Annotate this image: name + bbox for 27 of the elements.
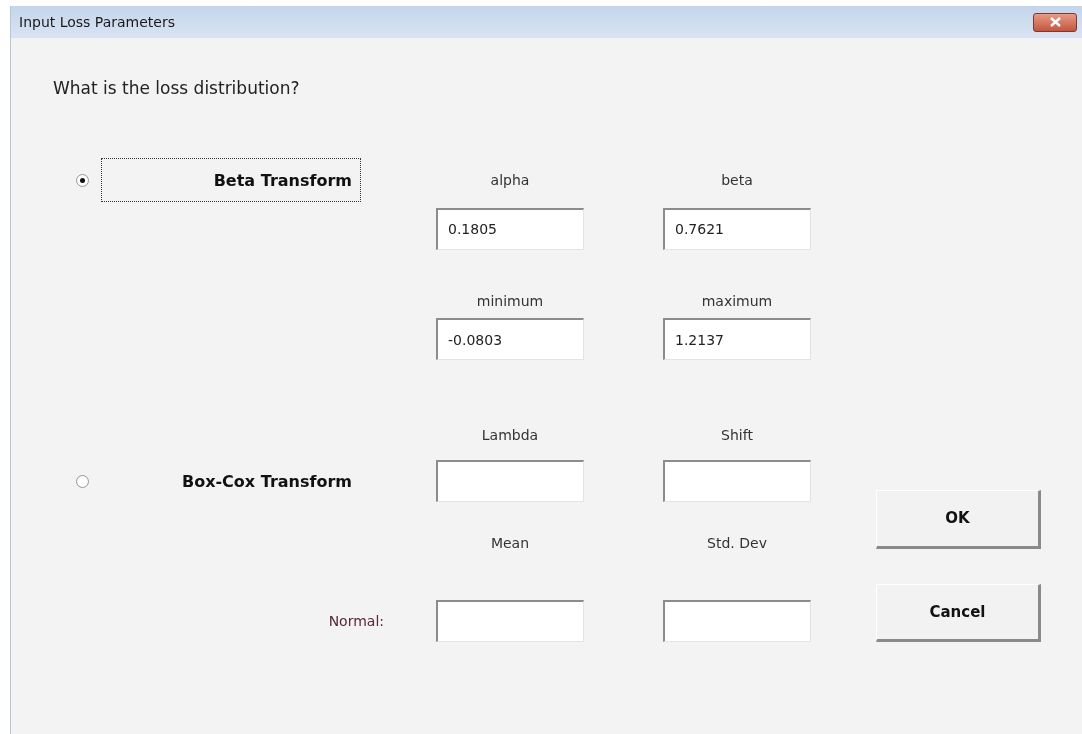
field-label: alpha [489, 172, 531, 188]
input-field[interactable] [436, 460, 584, 502]
field-label: minimum [475, 293, 545, 309]
window-title: Input Loss Parameters [19, 14, 175, 30]
field-label: Std. Dev [706, 534, 768, 551]
field-label: maximum [700, 293, 774, 309]
radio-button[interactable] [76, 173, 89, 187]
input-field[interactable]: 0.1805 [436, 207, 584, 250]
question-text: What is the loss distribution? [53, 77, 300, 98]
close-icon [1049, 17, 1061, 27]
input-field[interactable]: 1.2137 [663, 318, 811, 360]
normal-label: Normal: [327, 613, 385, 629]
input-field[interactable] [663, 460, 811, 502]
ok-button[interactable]: OK [876, 490, 1041, 549]
option-label[interactable]: Box-Cox Transform [101, 460, 361, 502]
close-button[interactable] [1033, 12, 1077, 32]
field-label: Mean [489, 534, 531, 551]
input-field[interactable] [436, 600, 584, 642]
field-label: Shift [720, 426, 754, 443]
cancel-button[interactable]: Cancel [876, 583, 1041, 642]
input-field[interactable] [663, 600, 811, 642]
input-field[interactable]: -0.0803 [436, 318, 584, 360]
option-label[interactable]: Beta Transform [101, 158, 361, 202]
radio-button[interactable] [76, 474, 89, 488]
field-label: Lambda [480, 426, 540, 443]
input-field[interactable]: 0.7621 [663, 207, 811, 250]
field-label: beta [720, 172, 754, 188]
